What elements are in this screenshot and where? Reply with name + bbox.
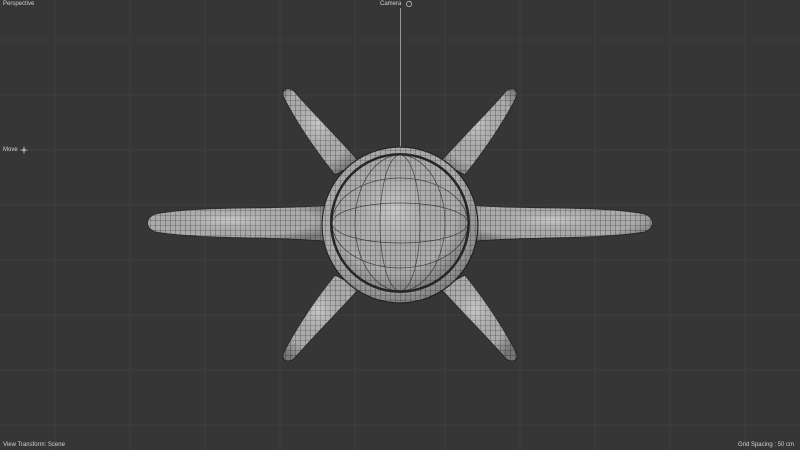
move-label: Move (3, 147, 18, 153)
grid-spacing-status: Grid Spacing : 50 cm (737, 442, 794, 448)
camera-label: Camera (380, 1, 402, 7)
move-crosshair-icon (20, 146, 28, 154)
mesh-arm-right (469, 204, 653, 243)
camera-rotate-icon[interactable] (405, 0, 413, 8)
mesh-arm-lower-right (439, 274, 518, 362)
viewport-mode-label[interactable]: Perspective (3, 0, 34, 8)
move-tool-indicator[interactable]: Move (3, 146, 28, 154)
view-transform-status: View Transform: Scene (3, 442, 65, 448)
subdivided-mesh-object[interactable] (0, 0, 800, 450)
3d-viewport[interactable]: Perspective Camera Move View Transform: … (0, 0, 800, 450)
camera-selector[interactable]: Camera (380, 0, 413, 8)
mesh-arm-left (147, 204, 331, 243)
mesh-arm-upper-right (439, 88, 518, 176)
mesh-sphere-core (330, 153, 470, 293)
mesh-arm-lower-left (282, 274, 361, 362)
mesh-arm-upper-left (282, 88, 361, 176)
